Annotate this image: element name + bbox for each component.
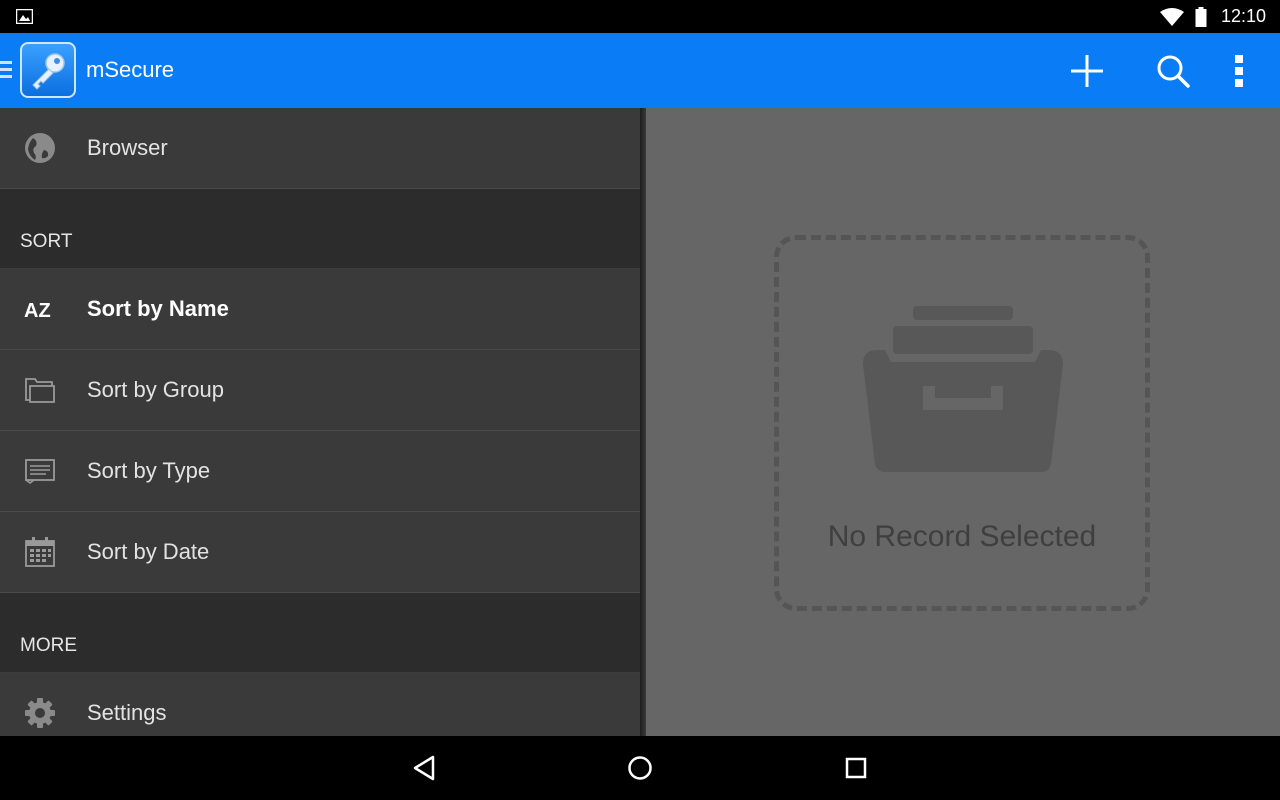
system-navigation-bar — [0, 736, 1280, 800]
overflow-menu-button[interactable] — [1216, 33, 1262, 108]
drawer-item-sort-by-type[interactable]: Sort by Type — [0, 431, 640, 512]
app-bar: mSecure — [0, 33, 1280, 108]
drawer-item-label: Settings — [87, 700, 167, 725]
empty-state: No Record Selected — [774, 235, 1150, 611]
battery-icon — [1195, 6, 1207, 27]
home-button[interactable] — [620, 748, 660, 788]
empty-state-message: No Record Selected — [827, 520, 1097, 553]
drawer-item-label: Sort by Date — [87, 539, 210, 564]
back-button[interactable] — [404, 748, 444, 788]
home-circle-icon — [628, 756, 652, 780]
gear-icon — [25, 698, 55, 728]
overflow-menu-icon — [1235, 54, 1243, 87]
app-title: mSecure — [86, 57, 175, 82]
key-icon — [32, 53, 65, 90]
file-cabinet-icon — [863, 306, 1063, 472]
wifi-icon — [1159, 7, 1184, 26]
drawer-item-label: Browser — [87, 135, 168, 160]
drawer-item-settings[interactable]: Settings — [0, 673, 640, 736]
drawer-item-label: Sort by Type — [87, 458, 211, 483]
drawer-item-sort-by-name[interactable]: AZ Sort by Name — [0, 269, 640, 350]
back-triangle-icon — [413, 755, 435, 781]
drawer-item-browser[interactable]: Browser — [0, 108, 640, 189]
section-header-sort: SORT — [0, 189, 640, 269]
record-detail-pane: No Record Selected — [646, 108, 1280, 736]
drawer-item-sort-by-group[interactable]: Sort by Group — [0, 350, 640, 431]
status-bar: 12:10 — [0, 0, 1280, 33]
section-header-label: SORT — [20, 231, 73, 252]
az-icon: AZ — [24, 300, 51, 321]
plus-icon — [1071, 54, 1103, 87]
recents-button[interactable] — [836, 748, 876, 788]
card-icon — [25, 459, 55, 484]
navigation-drawer: Browser SORT AZ Sort by Name Sort by Gro… — [0, 108, 640, 736]
svg-text:AZ: AZ — [24, 300, 51, 321]
search-button[interactable] — [1130, 33, 1216, 108]
drawer-menu-icon[interactable] — [0, 59, 14, 79]
add-button[interactable] — [1044, 33, 1130, 108]
clock: 12:10 — [1220, 6, 1266, 26]
drawer-item-sort-by-date[interactable]: Sort by Date — [0, 512, 640, 593]
section-header-more: MORE — [0, 593, 640, 673]
image-notification-icon — [16, 9, 33, 24]
drawer-item-label: Sort by Name — [87, 296, 229, 321]
drawer-item-label: Sort by Group — [87, 377, 224, 402]
section-header-label: MORE — [20, 635, 77, 656]
search-icon — [1157, 55, 1190, 88]
folder-icon — [25, 378, 55, 403]
app-logo[interactable] — [20, 42, 76, 98]
calendar-icon — [25, 537, 55, 567]
recents-square-icon — [845, 757, 867, 779]
globe-icon — [25, 133, 55, 163]
